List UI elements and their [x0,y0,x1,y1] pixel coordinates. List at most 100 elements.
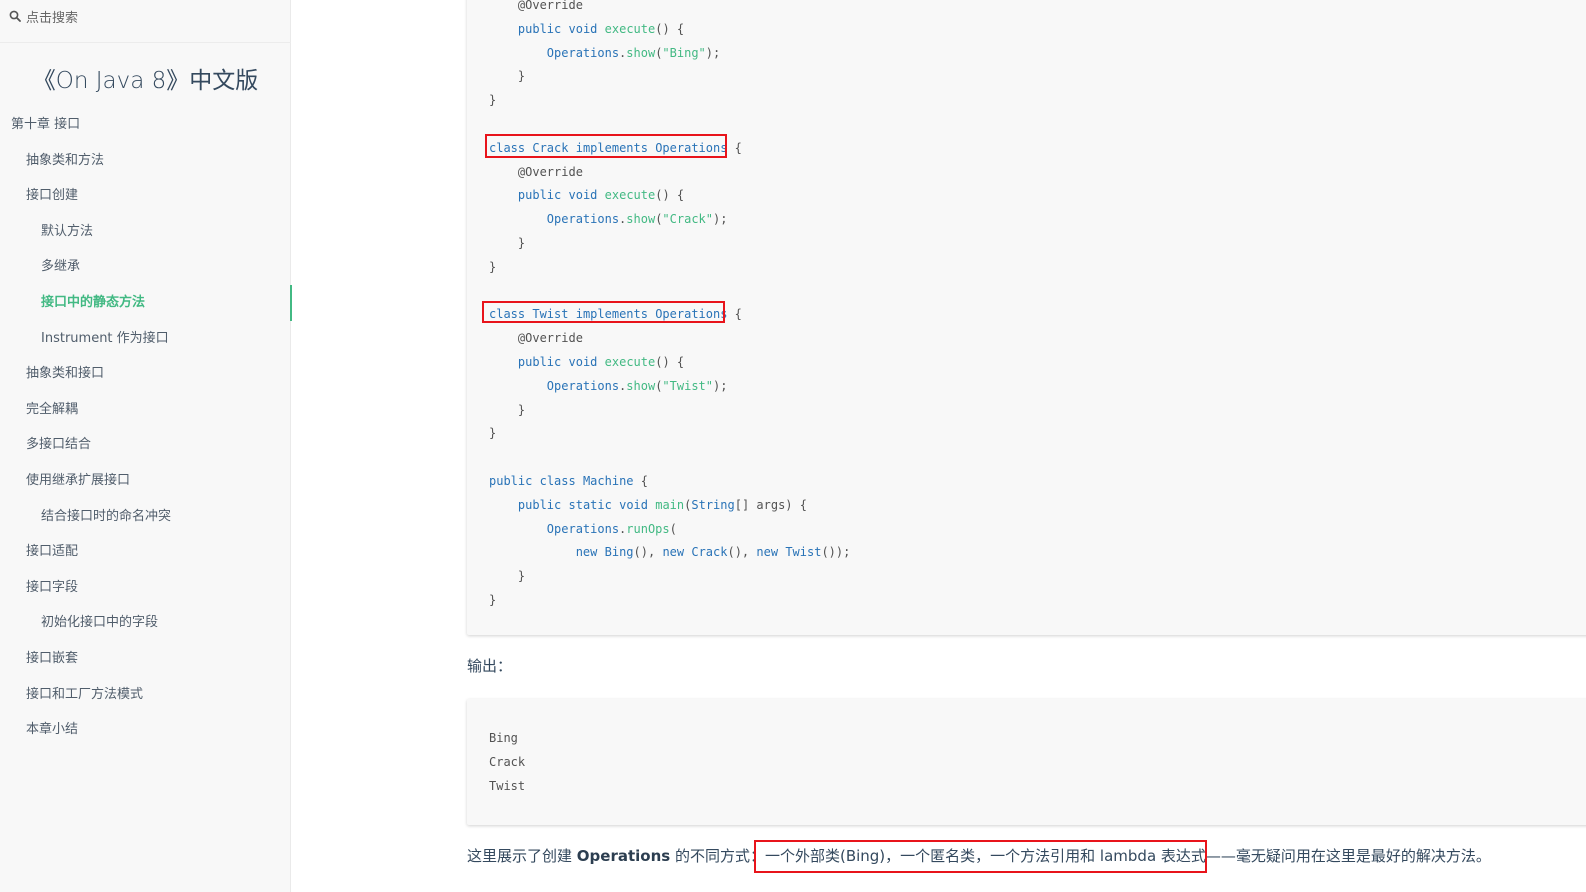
code-token: () { [655,188,685,203]
code-line: public static void main(String[] args) { [489,498,807,512]
code-token: ()); [821,545,851,560]
code-line: Operations.show("Crack"); [489,212,728,227]
code-line: } [489,426,496,440]
code-line: Twist [489,779,525,793]
code-token: void [568,21,598,36]
code-line: Operations.runOps( [489,522,677,536]
sidebar-item[interactable]: 接口嵌套 [0,641,291,677]
code-token: } [489,402,526,417]
code-block-output: Bing Crack Twist [467,699,1586,825]
code-token: Crack [691,545,728,560]
sidebar-nav: 第十章 接口 抽象类和方法 接口创建 默认方法 多继承 接口中的静态方法 Instrumen… [0,107,292,748]
code-token: ); [713,378,728,393]
code-token: @Override [517,331,583,346]
code-token: () { [655,354,685,369]
code-token: public [517,354,562,369]
output-label: 输出： [467,657,513,675]
sidebar-item[interactable]: 初始化接口中的字段 [0,605,291,641]
code-token: Twist [489,778,526,793]
highlight-box-twist [482,301,725,323]
search-input[interactable] [26,8,266,28]
code-line: @Override [489,165,583,179]
code-token: void [568,188,598,203]
sidebar-item[interactable]: 使用继承扩展接口 [0,463,291,499]
code-token: class [539,473,576,488]
code-token: execute [604,188,656,203]
sidebar-item[interactable]: 接口中的静态方法 [0,284,292,321]
sidebar-item[interactable]: Instrument 作为接口 [0,321,291,357]
sidebar: 《On Java 8》中文版 第十章 接口抽象类和方法接口创建默认方法多继承接口… [0,0,292,892]
sidebar-item[interactable]: 抽象类和接口 [0,356,291,392]
sidebar-item[interactable]: 抽象类和方法 [0,143,291,179]
sidebar-item[interactable]: 默认方法 [0,214,291,250]
output-content: Bing Crack Twist [489,727,525,798]
code-line: public void execute() { [489,355,684,369]
sidebar-item[interactable]: 多接口结合 [0,427,291,463]
code-token: Operations [546,45,620,60]
code-line: @Override [489,0,583,12]
app-name[interactable]: 《On Java 8》中文版 [0,61,291,95]
code-token: } [489,69,526,84]
sidebar-item[interactable]: 接口创建 [0,178,291,214]
sidebar-item[interactable]: 接口适配 [0,534,291,570]
code-token: Crack [489,754,526,769]
code-token: [] args) { [734,497,807,512]
code-token: Bing [604,545,634,560]
code-token: "Crack" [662,212,713,227]
code-token: ); [713,212,728,227]
sidebar-item[interactable]: 接口字段 [0,570,291,606]
paragraph-middle: 的不同方式： [670,847,765,865]
code-token: (), [633,545,663,560]
paragraph-prefix: 这里展示了创建 [467,847,577,865]
code-line: } [489,593,496,607]
code-token: main [655,497,685,512]
code-token: void [568,354,598,369]
code-line: Operations.show("Bing"); [489,46,720,60]
code-token: public [517,21,562,36]
code-line: public class Machine { [489,474,648,488]
code-line: } [489,69,525,83]
sidebar-item[interactable]: 接口和工厂方法模式 [0,677,291,713]
code-line: } [489,403,525,417]
code-token: } [489,426,497,441]
code-token: () { [655,21,685,36]
code-line: Crack [489,755,525,769]
code-line: new Bing(), new Crack(), new Twist()); [489,545,851,560]
paragraph-suffix: ——毫无疑问用在这里是最好的解决方法。 [1205,847,1491,865]
sidebar-item[interactable]: 完全解耦 [0,392,291,428]
code-token: { [727,140,742,155]
code-token: runOps [626,521,670,536]
code-token: } [489,235,526,250]
code-token: new [662,545,685,560]
sidebar-item[interactable]: 第十章 接口 [0,107,291,143]
code-token: } [489,259,497,274]
search-bar [0,0,291,43]
code-token: new [575,545,598,560]
code-block-machine: @Override public void execute() { Operat… [467,0,1586,635]
code-token: new [756,545,779,560]
sidebar-item[interactable]: 结合接口时的命名冲突 [0,499,291,535]
code-token: Twist [785,545,822,560]
code-token: Machine [582,473,634,488]
code-token: (), [727,545,757,560]
sidebar-item[interactable]: 本章小结 [0,712,291,748]
sidebar-item[interactable]: 多继承 [0,249,291,285]
code-token: } [489,569,526,584]
highlight-box-crack [485,134,727,158]
code-token: } [489,592,497,607]
code-token: void [619,497,648,512]
code-token: @Override [517,164,583,179]
